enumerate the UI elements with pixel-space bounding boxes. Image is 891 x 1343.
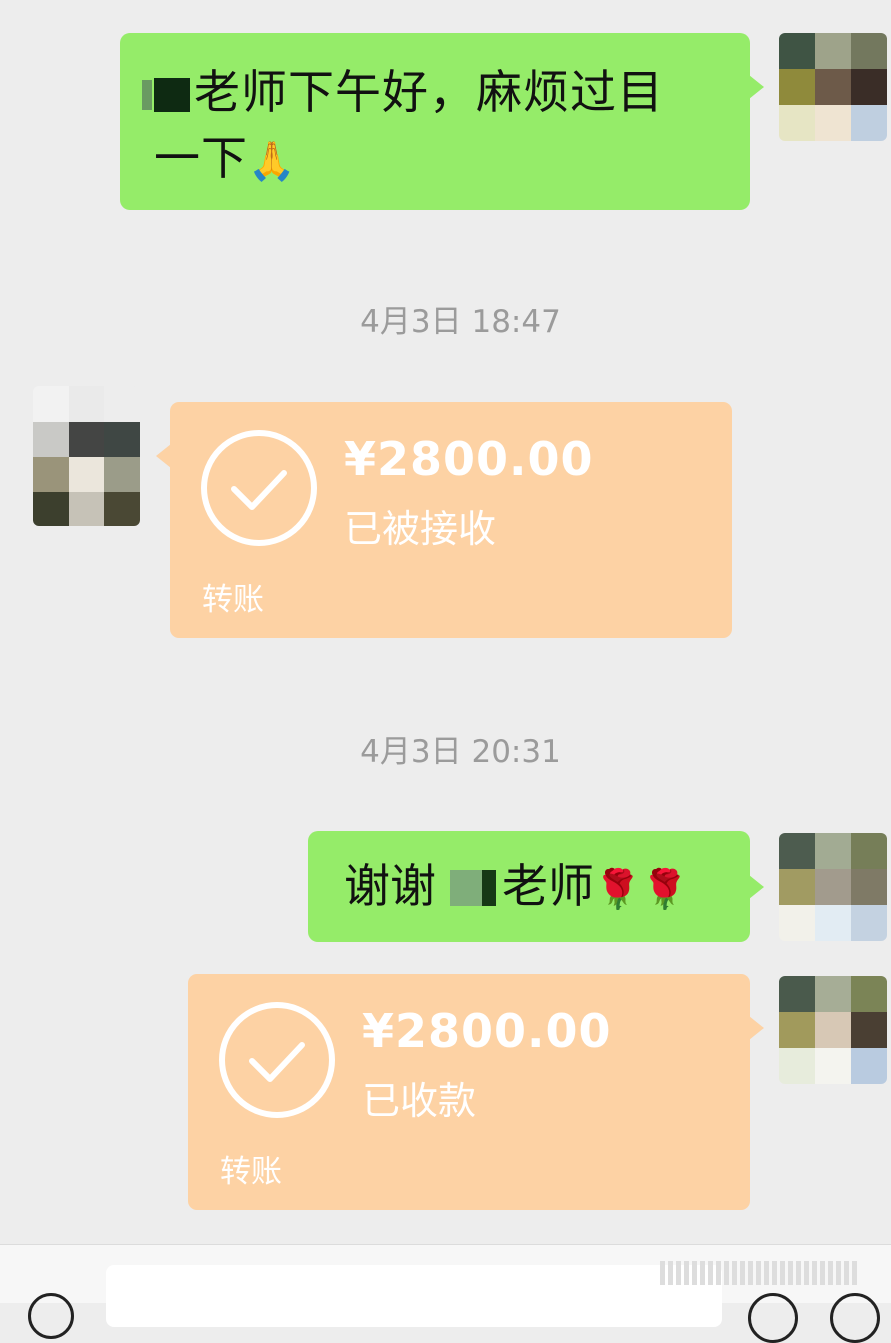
message-input[interactable] [106,1265,722,1327]
redacted-name [450,870,496,906]
transfer-status: 已被接收 [344,507,497,551]
transfer-card[interactable]: ¥2800.00 已被接收 转账 [156,402,732,638]
emoji-icon[interactable] [748,1293,798,1343]
self-avatar[interactable] [779,833,887,941]
message-bubble-outgoing[interactable]: 谢谢 老师🌹🌹 [308,831,764,942]
message-text: 谢谢 老师🌹🌹 [344,859,689,913]
transfer-amount: ¥2800.00 [362,1004,612,1058]
redacted-strip [660,1261,857,1285]
contact-avatar[interactable] [33,386,140,526]
chat-timestamp: 4月3日 20:31 [360,734,561,770]
transfer-label: 转账 [202,582,264,618]
transfer-label: 转账 [220,1154,282,1190]
rose-emoji-icon: 🌹🌹 [594,867,689,911]
transfer-card[interactable]: ¥2800.00 已收款 转账 [188,974,764,1210]
check-circle-icon [219,1002,335,1118]
voice-icon[interactable] [28,1293,74,1339]
transfer-amount: ¥2800.00 [344,432,594,486]
plus-icon[interactable] [830,1293,880,1343]
message-text: 老师下午好，麻烦过目 一下🙏 [142,65,664,185]
transfer-status: 已收款 [362,1079,477,1123]
message-bubble-outgoing[interactable]: 老师下午好，麻烦过目 一下🙏 [120,33,764,210]
chat-input-bar [0,1244,891,1343]
redacted-name [142,78,190,112]
self-avatar[interactable] [779,976,887,1084]
chat-timestamp: 4月3日 18:47 [360,304,561,340]
self-avatar[interactable] [779,33,887,141]
pray-emoji-icon: 🙏 [248,139,297,183]
check-circle-icon [201,430,317,546]
